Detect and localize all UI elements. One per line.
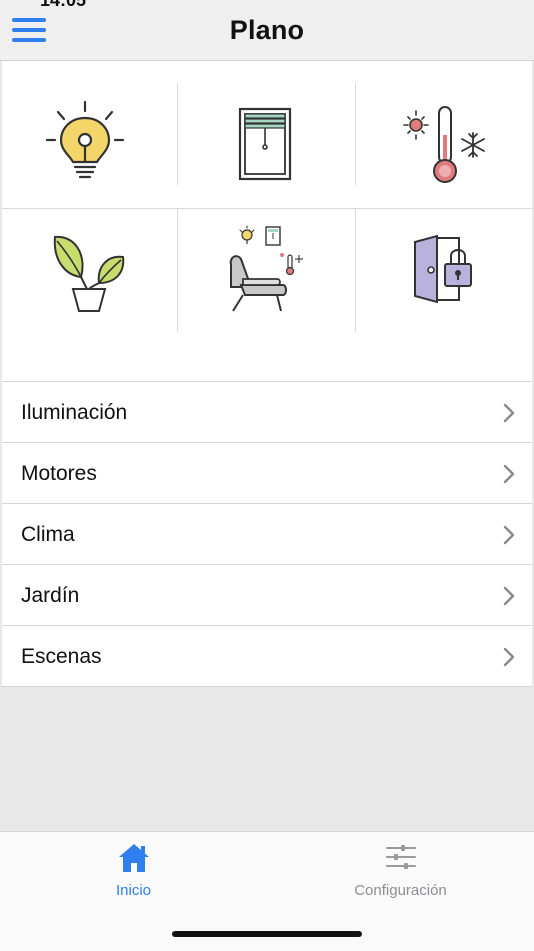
chevron-right-icon	[503, 464, 515, 484]
tile-blinds[interactable]	[178, 83, 354, 207]
list-item-label: Escenas	[21, 645, 102, 668]
tile-garden[interactable]	[2, 208, 178, 332]
thermometer-sun-snow-icon	[403, 106, 485, 183]
list-item-label: Clima	[21, 523, 75, 546]
chevron-right-icon	[503, 647, 515, 667]
list-item-motores[interactable]: Motores	[2, 443, 532, 504]
sliders-icon	[385, 845, 416, 869]
tab-configuracion[interactable]: Configuración	[267, 832, 534, 912]
list-item-label: Jardín	[21, 584, 80, 607]
potted-plant-icon	[53, 235, 125, 312]
tab-label: Inicio	[115, 882, 152, 899]
list-item-label: Iluminación	[21, 401, 128, 424]
door-lock-icon	[414, 234, 472, 304]
device-category-grid	[2, 61, 532, 381]
tile-climate[interactable]	[356, 83, 532, 207]
home-icon	[118, 844, 149, 872]
navigation-bar: 14:05 Plano	[0, 0, 534, 61]
category-list: Iluminación Motores Clima Jardín Escenas	[2, 381, 532, 687]
light-bulb-icon	[45, 100, 125, 179]
armchair-scene-icon	[229, 225, 303, 312]
tile-scenes[interactable]	[178, 208, 354, 332]
chevron-right-icon	[503, 403, 515, 423]
chevron-right-icon	[503, 586, 515, 606]
window-blind-icon	[238, 107, 292, 181]
list-item-iluminacion[interactable]: Iluminación	[2, 382, 532, 443]
tile-security[interactable]	[356, 208, 532, 332]
list-item-jardin[interactable]: Jardín	[2, 565, 532, 626]
chevron-right-icon	[503, 525, 515, 545]
list-item-label: Motores	[21, 462, 97, 485]
page-title: Plano	[229, 15, 305, 45]
tile-lighting[interactable]	[2, 83, 178, 207]
tab-inicio[interactable]: Inicio	[0, 832, 267, 912]
home-indicator	[172, 931, 362, 937]
tab-label: Configuración	[354, 882, 447, 899]
list-item-escenas[interactable]: Escenas	[2, 626, 532, 687]
list-item-clima[interactable]: Clima	[2, 504, 532, 565]
status-time: 14:05	[40, 0, 87, 10]
